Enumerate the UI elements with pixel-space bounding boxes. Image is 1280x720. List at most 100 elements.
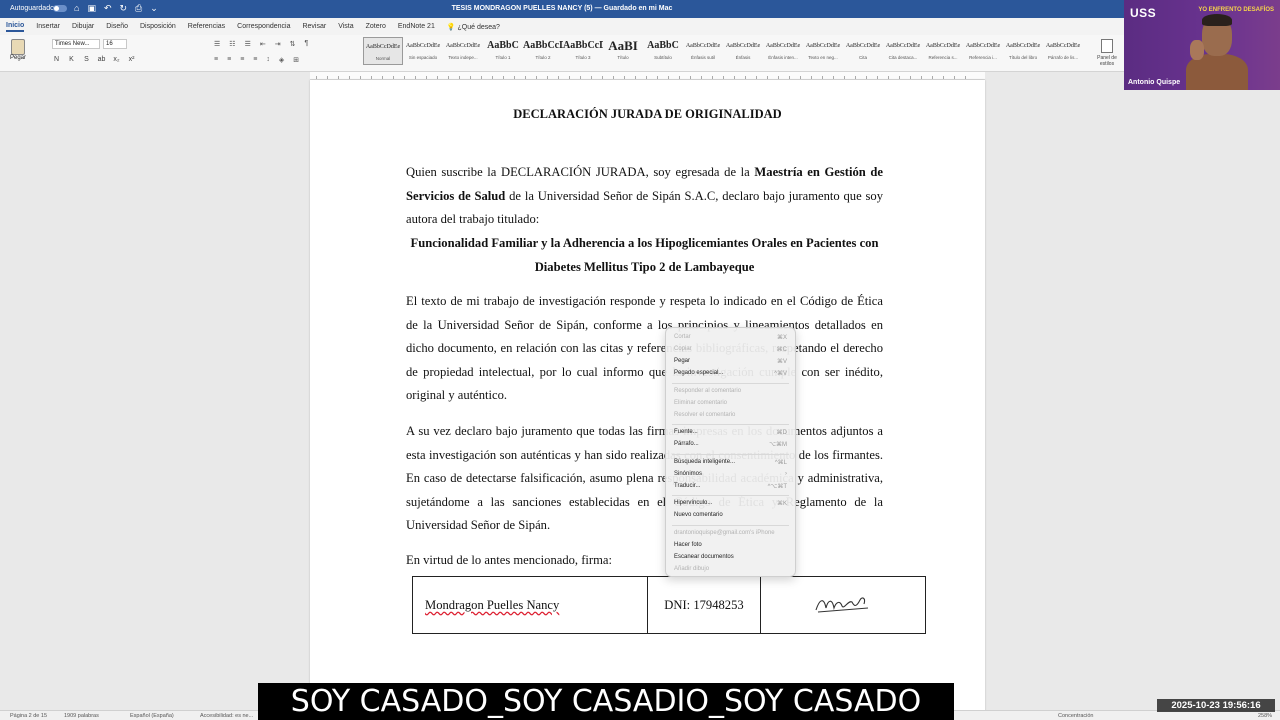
decrease-indent-icon[interactable]: ⇤ [260, 40, 266, 48]
tab-vista[interactable]: Vista [338, 23, 353, 30]
style-sample: AaBbCcDdEe [685, 43, 721, 49]
style-item[interactable]: AaBbCcDdEe Párrafo de lis... [1043, 37, 1083, 65]
ruler-tick [525, 76, 526, 79]
signature-name-cell: Mondragon Puelles Nancy [412, 576, 648, 634]
style-sample: AaBbCcDdI [563, 40, 603, 51]
underline-button[interactable]: S [82, 56, 91, 63]
style-name: Título 1 [495, 55, 511, 60]
ruler-tick [580, 76, 581, 79]
strikethrough-button[interactable]: ab [97, 56, 106, 63]
tab-inicio[interactable]: Inicio [6, 22, 25, 32]
ruler-tick [624, 76, 625, 79]
style-item[interactable]: AaBbCcDdEe Sin espaciado [403, 37, 443, 65]
style-name: Título 3 [575, 55, 591, 60]
signature-scribble-icon [815, 597, 869, 613]
tab-revisar[interactable]: Revisar [302, 23, 326, 30]
paragraph-closing: En virtud de lo antes mencionado, firma: [406, 553, 612, 567]
align-center-icon[interactable]: ≡ [227, 56, 231, 64]
superscript-button[interactable]: x² [127, 56, 136, 63]
style-item[interactable]: AaBbCcDdEe Cita destaca... [883, 37, 923, 65]
font-size-select[interactable]: 16 [103, 39, 127, 49]
ruler-tick [448, 76, 449, 79]
tab-correspondencia[interactable]: Correspondencia [237, 23, 290, 30]
context-menu-item[interactable]: Hipervínculo... ⌘K [674, 500, 787, 510]
style-item[interactable]: AaBbCcDdEe Énfasis inten... [763, 37, 803, 65]
style-item[interactable]: AaBbC Título 1 [483, 37, 523, 65]
zoom-level[interactable]: 258% [1258, 713, 1272, 719]
style-item[interactable]: AaBbCcDdEe Título del libro [1003, 37, 1043, 65]
context-menu-item[interactable]: Pegado especial... ^⌘V [674, 370, 787, 380]
bold-button[interactable]: N [52, 56, 61, 63]
bullets-icon[interactable]: ☰ [214, 40, 220, 48]
style-item[interactable]: AaBbCcDdEe Texto en neg... [803, 37, 843, 65]
language-status[interactable]: Español (España) [130, 713, 174, 719]
document-heading: DECLARACIÓN JURADA DE ORIGINALIDAD [513, 107, 782, 121]
ruler-tick [844, 76, 845, 79]
pilcrow-icon[interactable]: ¶ [304, 40, 308, 48]
ruler-tick [690, 76, 691, 79]
line-spacing-icon[interactable]: ↕ [266, 56, 270, 64]
style-item[interactable]: AaBbCcDdEe Énfasis sutil [683, 37, 723, 65]
ruler-tick [855, 76, 856, 79]
context-menu-item[interactable]: Párrafo... ⌥⌘M [674, 441, 787, 451]
context-menu-item[interactable]: Búsqueda inteligente... ^⌘L [674, 459, 787, 469]
page-count[interactable]: Página 2 de 15 [10, 713, 47, 719]
style-item[interactable]: AaBI Título [603, 37, 643, 65]
paste-button[interactable]: Pegar [6, 39, 30, 61]
increase-indent-icon[interactable]: ⇥ [275, 40, 281, 48]
tab-zotero[interactable]: Zotero [366, 23, 386, 30]
tab-disposicion[interactable]: Disposición [140, 23, 176, 30]
paragraph-declarant: Quien suscribe la DECLARACIÓN JURADA, so… [406, 161, 883, 232]
borders-icon[interactable]: ⊞ [293, 56, 299, 64]
tab-endnote[interactable]: EndNote 21 [398, 23, 435, 30]
styles-pane-icon [1101, 39, 1113, 53]
italic-button[interactable]: K [67, 56, 76, 63]
context-menu-item: Resolver el comentario [674, 412, 787, 422]
style-item[interactable]: AaBbCcDdEe Énfasis [723, 37, 763, 65]
focus-mode[interactable]: Concentración [1058, 713, 1093, 719]
ruler-tick [415, 76, 416, 79]
multilevel-icon[interactable]: ☰ [245, 40, 251, 48]
style-item[interactable]: AaBbCcDdEe Texto indepe... [443, 37, 483, 65]
style-item[interactable]: AaBbCcDdI Título 3 [563, 37, 603, 65]
horizontal-ruler[interactable] [310, 72, 985, 80]
style-name: Énfasis sutil [690, 55, 715, 60]
menu-item-shortcut: ⌘C [776, 347, 787, 353]
tab-dibujar[interactable]: Dibujar [72, 23, 94, 30]
accessibility-status[interactable]: Accesibilidad: es ne... [200, 713, 253, 719]
tell-me-search[interactable]: 💡 ¿Qué desea? [447, 23, 500, 31]
style-item[interactable]: AaBbCcD Título 2 [523, 37, 563, 65]
styles-pane-button[interactable]: Panel de estilos [1094, 39, 1120, 67]
clipboard-icon [11, 39, 25, 55]
style-item[interactable]: AaBbCcDdEe Referencia s... [923, 37, 963, 65]
numbering-icon[interactable]: ☷ [229, 40, 235, 48]
menu-item-label: Fuente... [674, 429, 698, 435]
context-menu-item[interactable]: Fuente... ⌘D [674, 429, 787, 439]
context-menu-item: Responder al comentario [674, 388, 787, 398]
font-name-select[interactable]: Times New... [52, 39, 100, 49]
context-menu-item[interactable]: Traducir... ^⌥⌘T [674, 483, 787, 493]
style-item[interactable]: AaBbCcDdEe Referencia i... [963, 37, 1003, 65]
context-menu-item[interactable]: Nuevo comentario [674, 512, 787, 522]
context-menu-item[interactable]: Sinónimos › [674, 471, 787, 481]
style-item[interactable]: AaBbCcDdEe Cita [843, 37, 883, 65]
style-sample: AaBbC [487, 40, 519, 51]
style-item[interactable]: AaBbCcDdEe Normal [363, 37, 403, 65]
subscript-button[interactable]: x₂ [112, 56, 121, 63]
word-count[interactable]: 1909 palabras [64, 713, 99, 719]
document-page[interactable]: DECLARACIÓN JURADA DE ORIGINALIDAD Quien… [310, 80, 985, 720]
tab-referencias[interactable]: Referencias [188, 23, 225, 30]
tab-insertar[interactable]: Insertar [36, 23, 60, 30]
context-menu-item[interactable]: Pegar ⌘V [674, 358, 787, 368]
align-left-icon[interactable]: ≡ [214, 56, 218, 64]
shading-icon[interactable]: ◈ [279, 56, 284, 64]
align-right-icon[interactable]: ≡ [240, 56, 244, 64]
sort-icon[interactable]: ⇅ [290, 40, 296, 48]
style-name: Título del libro [1008, 55, 1038, 60]
tab-diseno[interactable]: Diseño [106, 23, 128, 30]
context-menu-item[interactable]: Hacer foto [674, 542, 787, 552]
justify-icon[interactable]: ≡ [253, 56, 257, 64]
style-name: Normal [375, 56, 391, 61]
style-item[interactable]: AaBbC Subtítulo [643, 37, 683, 65]
context-menu-item[interactable]: Escanear documentos [674, 554, 787, 564]
